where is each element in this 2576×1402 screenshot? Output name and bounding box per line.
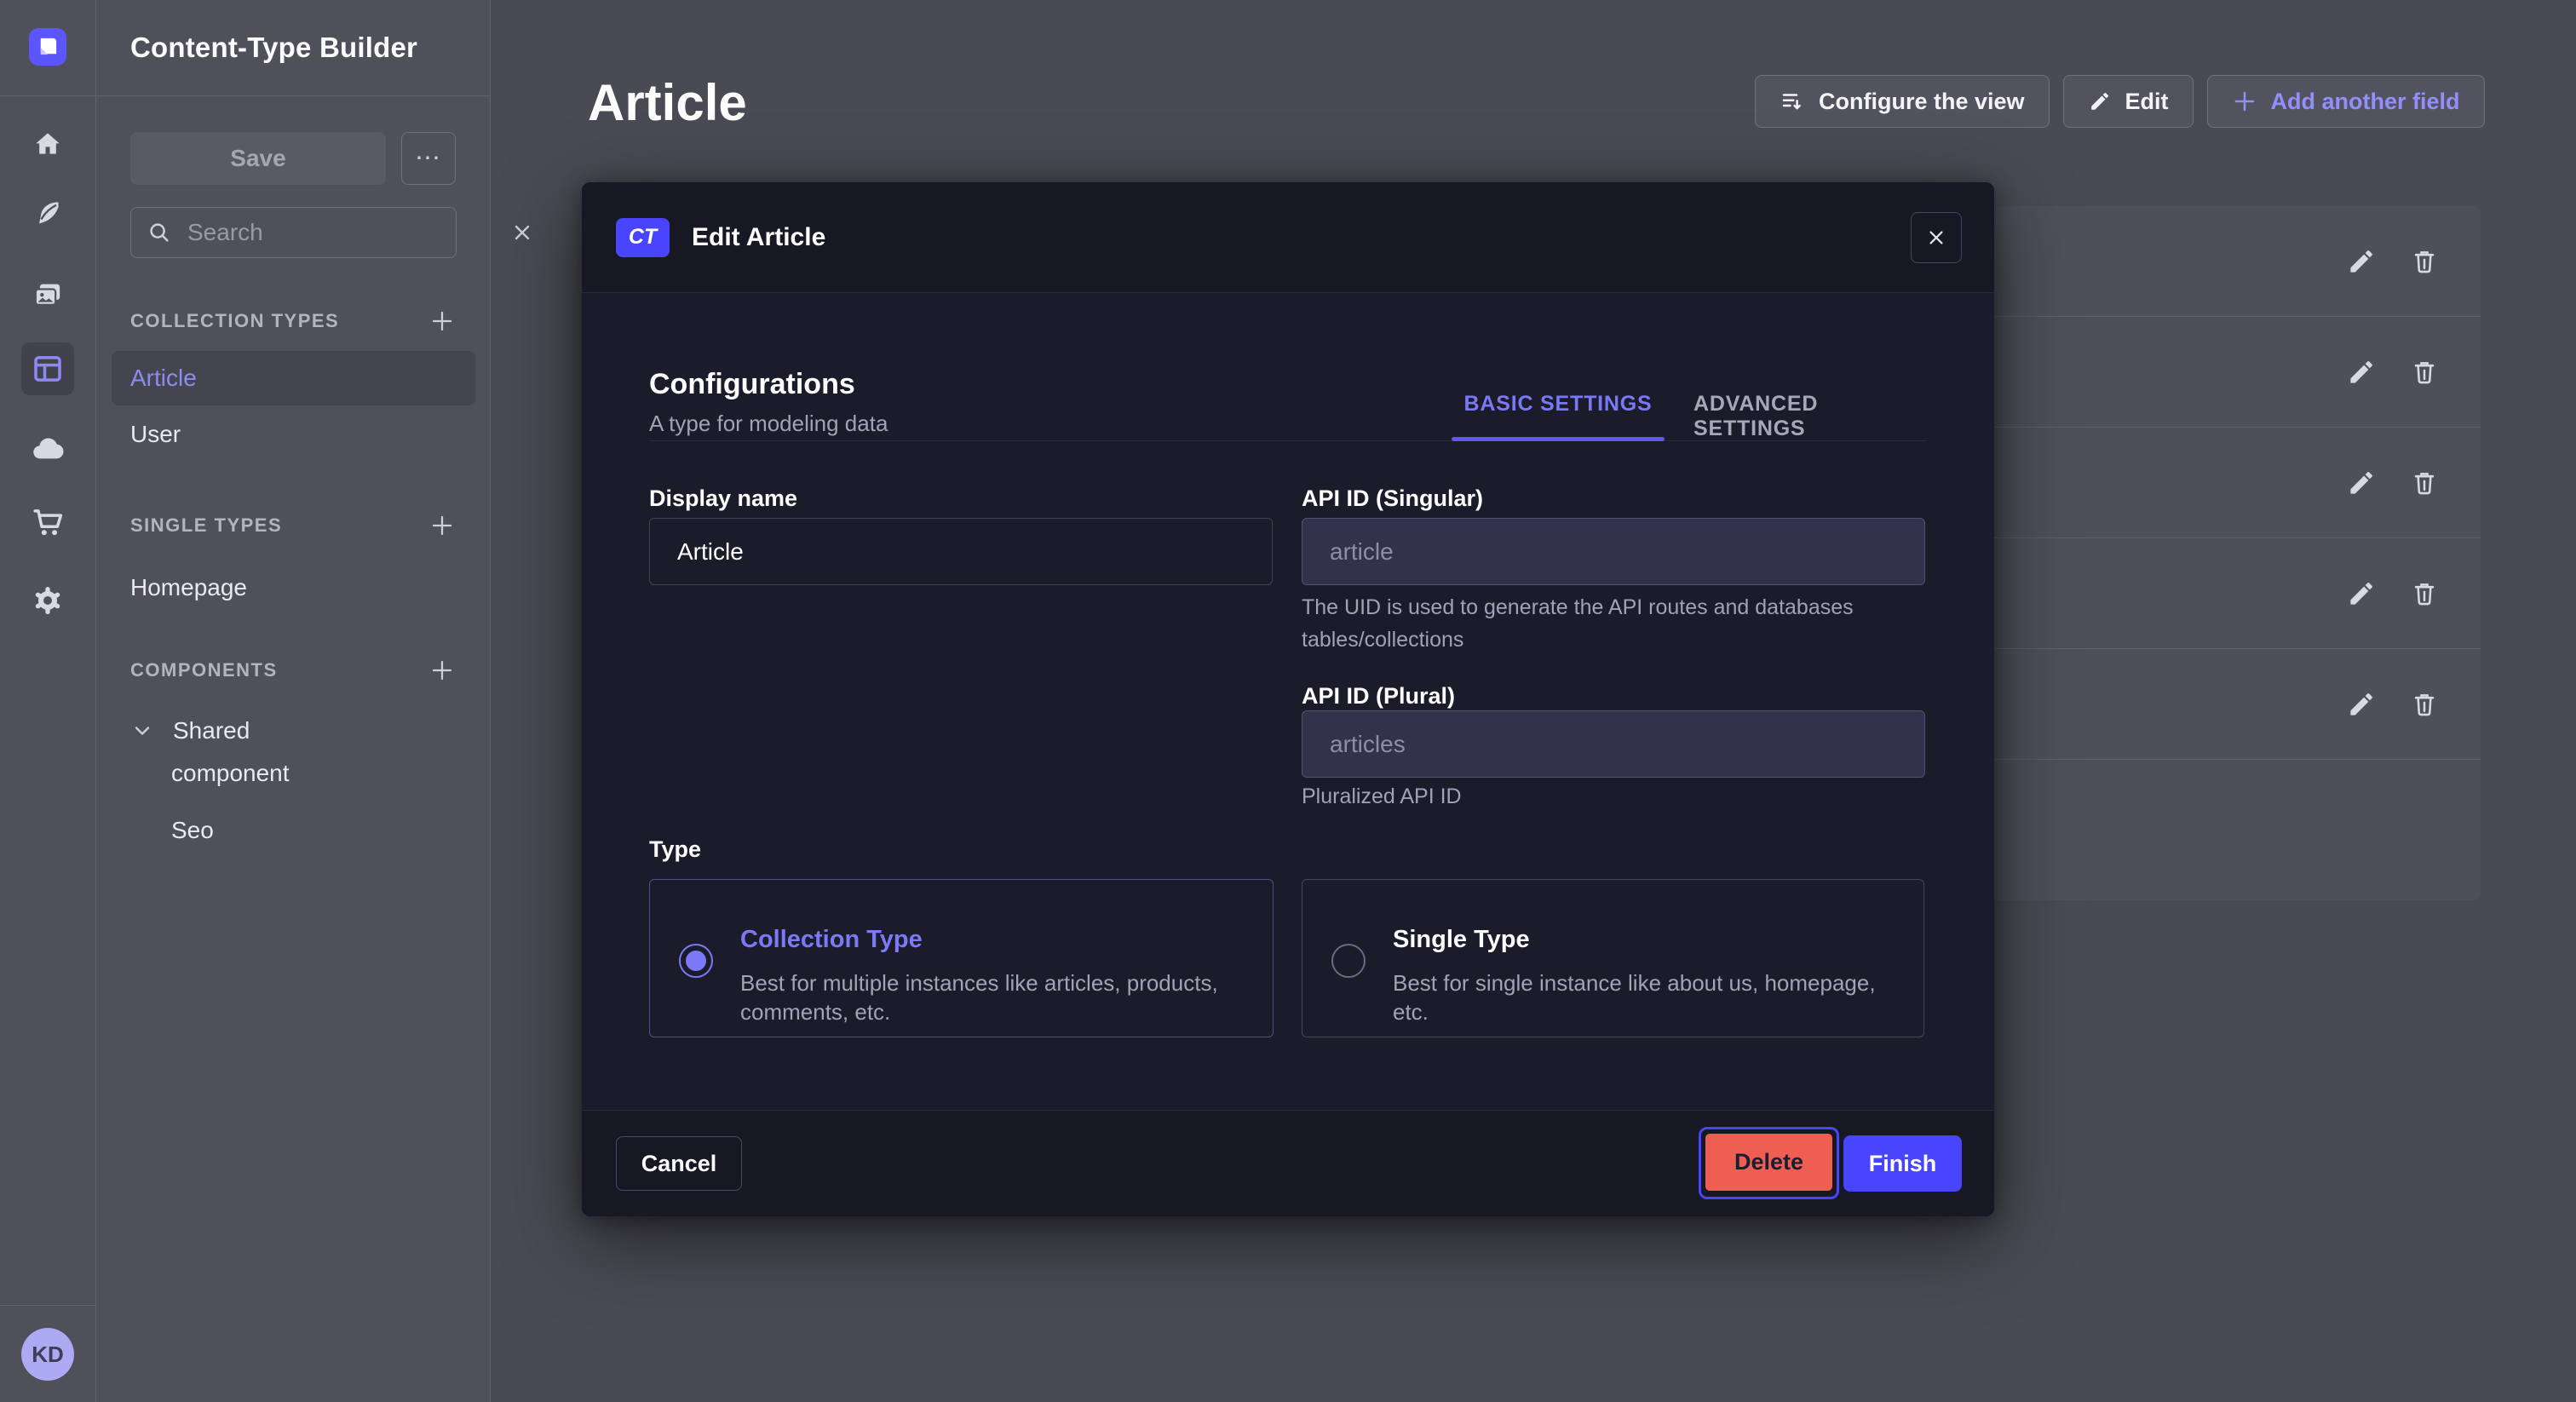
row-delete-trash-icon[interactable] [2406,686,2443,723]
modal-title: Edit Article [692,223,825,252]
plugin-sidebar: Content-Type Builder Save ⋯ COLLECTION T… [96,0,491,1402]
api-id-plural-help: Pluralized API ID [1302,780,1898,813]
type-label: Type [649,836,701,863]
save-button[interactable]: Save [130,132,386,185]
plugin-header: Content-Type Builder [96,0,490,96]
api-id-singular-input[interactable] [1302,518,1925,585]
edit-label: Edit [2125,89,2169,115]
content-feather-icon[interactable] [29,194,66,232]
component-group-shared[interactable]: Shared [130,717,250,744]
single-type-description: Best for single instance like about us, … [1393,968,1904,1026]
collection-type-title: Collection Type [740,926,923,954]
radio-selected-icon[interactable] [679,944,713,978]
home-icon[interactable] [29,126,66,164]
settings-gear-icon[interactable] [29,582,66,619]
single-type-card[interactable]: Single Type Best for single instance lik… [1302,879,1924,1037]
plus-icon [2232,89,2257,114]
radio-unselected-icon[interactable] [1331,944,1366,978]
row-delete-trash-icon[interactable] [2406,464,2443,502]
page-title: Article [588,73,747,132]
sidebar-item-homepage[interactable]: Homepage [130,574,247,601]
single-types-label: SINGLE TYPES [130,514,282,537]
edit-article-modal: CT Edit Article Configurations A type fo… [582,182,1994,1216]
modal-header: CT Edit Article [582,182,1994,293]
add-single-type-button[interactable] [428,511,457,540]
display-name-label: Display name [649,486,797,512]
components-label: COMPONENTS [130,659,278,681]
header-actions: Configure the view Edit Add another fiel… [1755,75,2485,128]
pencil-icon [2088,89,2112,113]
row-edit-pencil-icon[interactable] [2343,243,2380,280]
rail-divider [0,1305,95,1306]
content-type-builder-icon[interactable] [21,342,74,395]
icon-rail: KD [0,0,96,1402]
sidebar-item-component[interactable]: component [171,760,290,787]
avatar-initials: KD [32,1342,64,1368]
api-id-plural-label: API ID (Plural) [1302,683,1455,710]
api-id-singular-label: API ID (Singular) [1302,486,1483,512]
row-delete-trash-icon[interactable] [2406,353,2443,391]
close-icon [1925,227,1947,249]
single-type-title: Single Type [1393,926,1530,954]
delete-focus-ring: Delete [1699,1127,1839,1199]
media-library-icon[interactable] [29,277,66,314]
content-type-badge: CT [616,218,670,257]
configurations-subtitle: A type for modeling data [649,411,888,437]
sidebar-item-article[interactable]: Article [112,351,475,405]
configure-view-button[interactable]: Configure the view [1755,75,2050,128]
chevron-down-icon [130,719,154,743]
row-delete-trash-icon[interactable] [2406,243,2443,280]
search-input[interactable] [186,218,497,247]
active-tab-underline [1452,437,1665,441]
tab-advanced-settings[interactable]: ADVANCED SETTINGS [1693,392,1903,426]
row-edit-pencil-icon[interactable] [2343,575,2380,612]
configure-view-icon [1780,89,1805,114]
add-another-field-button[interactable]: Add another field [2207,75,2485,128]
group-label: Shared [173,717,250,744]
search-icon [147,220,172,245]
collection-types-header: COLLECTION TYPES [130,307,457,336]
collection-types-label: COLLECTION TYPES [130,310,339,332]
close-button[interactable] [1911,212,1962,263]
modal-footer: Cancel Delete Finish [582,1110,1994,1216]
logo-section [0,0,95,96]
finish-button[interactable]: Finish [1843,1135,1962,1192]
cancel-button[interactable]: Cancel [616,1136,742,1191]
search-clear-icon[interactable] [510,221,534,244]
row-delete-trash-icon[interactable] [2406,575,2443,612]
single-types-header: SINGLE TYPES [130,511,457,540]
add-another-field-label: Add another field [2271,89,2460,115]
row-edit-pencil-icon[interactable] [2343,464,2380,502]
cloud-icon[interactable] [29,430,66,468]
display-name-input[interactable] [649,518,1273,585]
configure-view-label: Configure the view [1819,89,2025,115]
sidebar-item-user[interactable]: User [130,421,181,448]
delete-button[interactable]: Delete [1705,1134,1832,1191]
strapi-logo-icon[interactable] [29,28,66,66]
configurations-title: Configurations [649,368,855,401]
sidebar-item-label: Article [130,365,197,392]
add-component-button[interactable] [428,656,457,685]
add-collection-type-button[interactable] [428,307,457,336]
search-field[interactable] [130,207,457,258]
edit-button[interactable]: Edit [2063,75,2194,128]
collection-type-card[interactable]: Collection Type Best for multiple instan… [649,879,1274,1037]
api-id-plural-input[interactable] [1302,710,1925,778]
plugin-title: Content-Type Builder [130,32,417,64]
marketplace-cart-icon[interactable] [29,503,66,541]
more-options-button[interactable]: ⋯ [401,132,456,185]
user-avatar[interactable]: KD [21,1328,74,1381]
tab-basic-settings[interactable]: BASIC SETTINGS [1452,392,1665,426]
sidebar-item-seo[interactable]: Seo [171,817,214,844]
collection-type-description: Best for multiple instances like article… [740,968,1251,1026]
api-id-singular-help: The UID is used to generate the API rout… [1302,591,1898,656]
row-edit-pencil-icon[interactable] [2343,686,2380,723]
app-root: KD Content-Type Builder Save ⋯ COLLECTIO… [0,0,2576,1402]
row-edit-pencil-icon[interactable] [2343,353,2380,391]
components-header: COMPONENTS [130,656,457,685]
